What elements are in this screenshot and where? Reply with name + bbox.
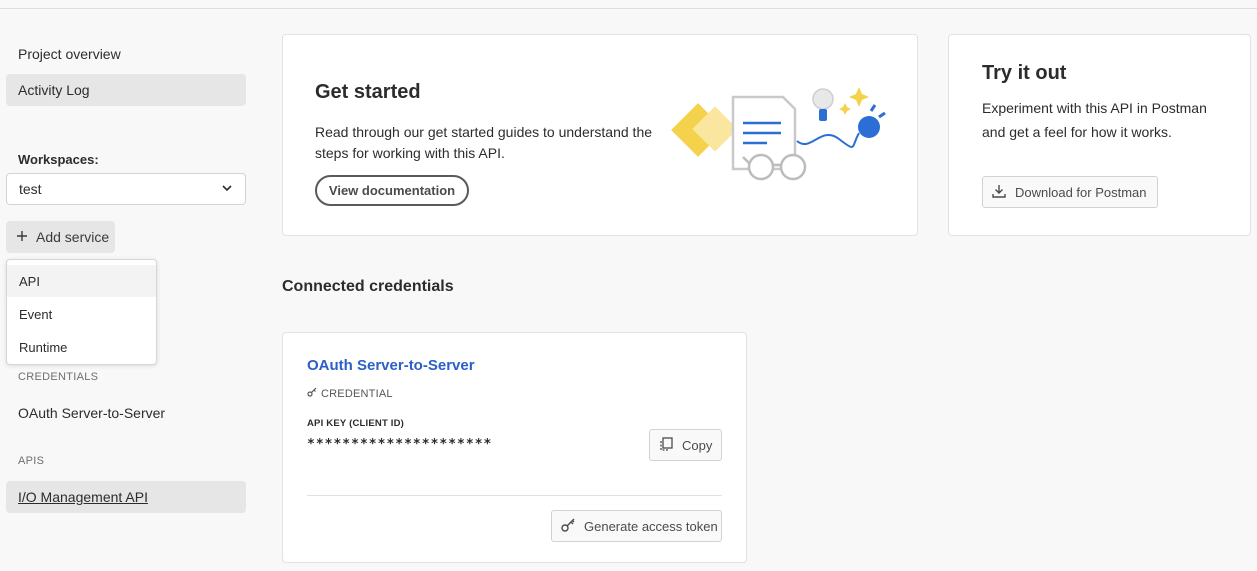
try-it-out-title: Try it out [982,62,1067,84]
view-documentation-button[interactable]: View documentation [315,175,469,206]
apis-heading: APIS [18,455,45,467]
key-icon [560,517,576,536]
credential-type: CREDENTIAL [307,387,393,400]
menu-item-runtime[interactable]: Runtime [7,331,156,363]
sidebar-item-oauth-credential[interactable]: OAuth Server-to-Server [6,397,246,429]
chevron-down-icon [221,181,233,197]
top-divider [0,8,1257,9]
workspaces-label: Workspaces: [18,152,99,167]
sidebar-item-label: Activity Log [18,82,90,98]
workspace-select[interactable]: test [6,173,246,205]
copy-icon [658,436,674,455]
sidebar-item-io-management-api[interactable]: I/O Management API [6,481,246,513]
generate-access-token-button[interactable]: Generate access token [551,510,722,542]
api-key-label: API KEY (CLIENT ID) [307,418,405,429]
copy-label: Copy [682,437,713,453]
menu-item-api[interactable]: API [7,265,156,297]
credential-type-label: CREDENTIAL [321,387,393,400]
credential-name-link[interactable]: OAuth Server-to-Server [307,357,475,374]
get-started-card: Get started Read through our get started… [282,34,918,236]
download-for-postman-label: Download for Postman [1015,184,1147,200]
workspace-select-value: test [19,181,42,197]
generate-access-token-label: Generate access token [584,518,718,534]
credentials-heading: CREDENTIALS [18,371,99,383]
add-service-label: Add service [36,229,110,245]
sidebar-item-project-overview[interactable]: Project overview [6,38,246,70]
key-icon [307,387,317,400]
sidebar-item-label: OAuth Server-to-Server [18,405,166,421]
get-started-illustration [671,81,891,181]
download-icon [991,183,1007,202]
card-divider [307,495,722,496]
connected-credentials-title: Connected credentials [282,278,454,295]
sidebar-item-label: Project overview [18,46,121,62]
download-for-postman-button[interactable]: Download for Postman [982,176,1158,208]
try-it-out-description: Experiment with this API in Postman and … [982,100,1207,140]
sidebar-item-label: I/O Management API [18,489,148,505]
get-started-description: Read through our get started guides to u… [315,124,653,161]
api-key-value: ********************* [307,437,493,452]
add-service-menu: API Event Runtime [6,259,157,365]
try-it-out-card: Try it out Experiment with this API in P… [948,34,1251,236]
sidebar-item-activity-log[interactable]: Activity Log [6,74,246,106]
add-service-button[interactable]: Add service [6,221,115,253]
get-started-title: Get started [315,81,421,103]
menu-item-event[interactable]: Event [7,298,156,330]
copy-button[interactable]: Copy [649,429,722,461]
plus-icon [16,229,28,245]
credential-card: OAuth Server-to-Server CREDENTIAL API KE… [282,332,747,563]
